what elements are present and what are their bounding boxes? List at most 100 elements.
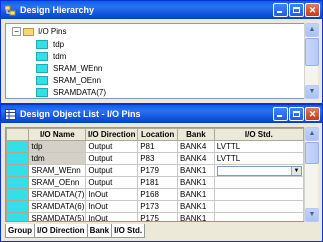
close-button[interactable]: ✕: [305, 3, 320, 17]
tree-item-label: tdp: [53, 40, 65, 49]
tab-bank[interactable]: Bank: [86, 224, 113, 238]
tree-item-label: SRAMDATA(7): [53, 88, 107, 97]
cell-bank[interactable]: BANK4: [177, 140, 215, 153]
cell-io-std[interactable]: LVTTL: [213, 140, 304, 153]
cell-location[interactable]: P168: [137, 188, 179, 201]
table-row[interactable]: tdp Output P81 BANK4 LVTTL: [6, 140, 304, 153]
cell-io-name[interactable]: tdp: [28, 140, 87, 153]
hierarchy-title: Design Hierarchy: [20, 5, 95, 15]
cell-bank[interactable]: BANK1: [177, 212, 215, 221]
cell-io-name[interactable]: SRAM_WEnn: [28, 164, 87, 177]
cell-bank[interactable]: BANK1: [177, 164, 215, 177]
scroll-thumb[interactable]: [305, 38, 319, 66]
io-std-select[interactable]: ▼: [216, 165, 302, 176]
cell-io-std[interactable]: [213, 200, 304, 213]
close-icon: ✕: [308, 108, 317, 119]
cell-bank[interactable]: BANK1: [177, 188, 215, 201]
tree-item[interactable]: SRAM_WEnn: [36, 63, 102, 74]
col-header-bank[interactable]: Bank: [177, 128, 215, 141]
cell-location[interactable]: P83: [137, 152, 179, 165]
row-header[interactable]: [6, 152, 30, 165]
scroll-thumb[interactable]: [305, 142, 319, 164]
cell-location[interactable]: P175: [137, 212, 179, 221]
cell-io-direction[interactable]: Output: [85, 176, 139, 189]
cell-io-name[interactable]: SRAMDATA(5): [28, 212, 87, 221]
hierarchy-titlebar[interactable]: Design Hierarchy ✕: [1, 1, 322, 19]
row-header[interactable]: [6, 164, 30, 177]
cell-location[interactable]: P81: [137, 140, 179, 153]
tree-item[interactable]: SRAMDATA(7): [36, 87, 106, 98]
table-row[interactable]: SRAMDATA(6) InOut P173 BANK1: [6, 200, 304, 213]
tree-item[interactable]: tdm: [36, 51, 66, 62]
object-list-icon: [5, 108, 16, 120]
col-header-io-name[interactable]: I/O Name: [28, 128, 87, 141]
dropdown-arrow-icon[interactable]: ▼: [291, 166, 301, 175]
tree-root-io-pins[interactable]: − I/O Pins: [12, 26, 66, 37]
table-row[interactable]: SRAM_WEnn Output P179 BANK1 ▼: [6, 164, 304, 177]
objlist-titlebar[interactable]: Design Object List - I/O Pins ✕: [1, 105, 322, 123]
cell-io-direction[interactable]: InOut: [85, 212, 139, 221]
cell-location[interactable]: P173: [137, 200, 179, 213]
cell-io-std[interactable]: [213, 188, 304, 201]
scroll-down-icon[interactable]: ▼: [305, 85, 319, 99]
design-hierarchy-window: Design Hierarchy ✕ − I/O Pins tdp tdm SR…: [0, 0, 323, 104]
hierarchy-tree[interactable]: − I/O Pins tdp tdm SRAM_WEnn SRAM_OEnn S…: [5, 23, 305, 99]
cell-io-std[interactable]: LVTTL: [213, 152, 304, 165]
tree-item[interactable]: SRAM_OEnn: [36, 75, 101, 86]
objlist-scrollbar[interactable]: ▲ ▼: [304, 127, 319, 222]
cell-io-direction[interactable]: InOut: [85, 188, 139, 201]
tree-item-label: tdm: [53, 52, 67, 61]
row-header[interactable]: [6, 188, 30, 201]
scroll-up-icon[interactable]: ▲: [305, 127, 319, 141]
cell-bank[interactable]: BANK1: [177, 176, 215, 189]
minimize-button[interactable]: [273, 3, 288, 17]
scroll-down-icon[interactable]: ▼: [305, 208, 319, 222]
cell-io-name[interactable]: SRAMDATA(7): [28, 188, 87, 201]
minimize-icon: [277, 11, 282, 13]
table-row[interactable]: SRAMDATA(7) InOut P168 BANK1: [6, 188, 304, 201]
io-pins-table[interactable]: I/O Name I/O Direction Location Bank I/O…: [5, 127, 305, 222]
row-header[interactable]: [6, 200, 30, 213]
folder-icon: [23, 27, 34, 36]
hierarchy-scrollbar[interactable]: ▲ ▼: [304, 23, 319, 99]
col-header-io-direction[interactable]: I/O Direction: [85, 128, 139, 141]
tab-io-std[interactable]: I/O Std.: [111, 224, 146, 238]
table-row[interactable]: SRAMDATA(5) InOut P175 BANK1: [6, 212, 304, 221]
row-header[interactable]: [6, 140, 30, 153]
tree-item[interactable]: tdp: [36, 39, 64, 50]
cell-location[interactable]: P181: [137, 176, 179, 189]
cell-io-direction[interactable]: Output: [85, 164, 139, 177]
cell-io-direction[interactable]: Output: [85, 140, 139, 153]
table-row[interactable]: tdm Output P83 BANK4 LVTTL: [6, 152, 304, 165]
cell-location[interactable]: P179: [137, 164, 179, 177]
tab-io-direction[interactable]: I/O Direction: [34, 224, 88, 238]
pin-icon: [36, 88, 48, 97]
close-button[interactable]: ✕: [305, 107, 320, 121]
maximize-button[interactable]: [289, 107, 304, 121]
col-header-io-std[interactable]: I/O Std.: [213, 128, 304, 141]
cell-bank[interactable]: BANK4: [177, 152, 215, 165]
row-header-corner[interactable]: [6, 128, 30, 141]
row-header[interactable]: [6, 176, 30, 189]
scroll-up-icon[interactable]: ▲: [305, 23, 319, 37]
cell-io-direction[interactable]: Output: [85, 152, 139, 165]
maximize-button[interactable]: [289, 3, 304, 17]
tab-group[interactable]: Group: [5, 224, 35, 238]
cell-bank[interactable]: BANK1: [177, 200, 215, 213]
cell-io-std[interactable]: [213, 212, 304, 221]
close-icon: ✕: [308, 4, 317, 15]
minimize-button[interactable]: [273, 107, 288, 121]
tree-item-label: SRAM_WEnn: [53, 64, 103, 73]
cell-io-std[interactable]: [213, 176, 304, 189]
table-row[interactable]: SRAM_OEnn Output P181 BANK1: [6, 176, 304, 189]
cell-io-direction[interactable]: InOut: [85, 200, 139, 213]
filter-tabs: Group I/O Direction Bank I/O Std.: [5, 224, 146, 238]
cell-io-name[interactable]: tdm: [28, 152, 87, 165]
cell-io-std-dropdown[interactable]: ▼: [213, 164, 304, 177]
col-header-location[interactable]: Location: [137, 128, 179, 141]
cell-io-name[interactable]: SRAMDATA(6): [28, 200, 87, 213]
row-header[interactable]: [6, 212, 30, 221]
hierarchy-icon: [4, 5, 16, 16]
cell-io-name[interactable]: SRAM_OEnn: [28, 176, 87, 189]
collapse-icon[interactable]: −: [12, 27, 21, 36]
